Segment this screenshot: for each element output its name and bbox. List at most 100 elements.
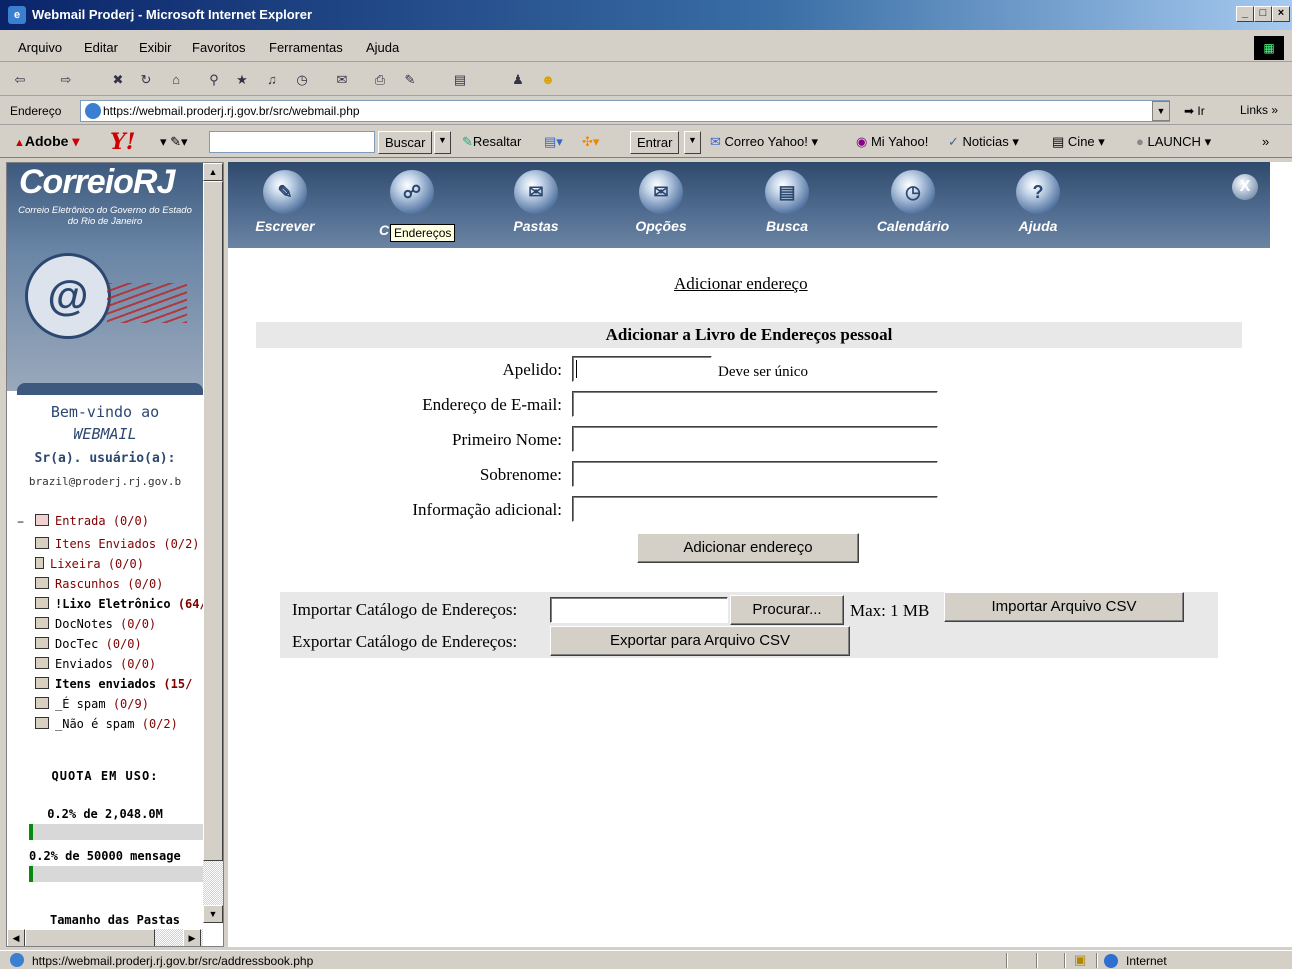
export-csv-button[interactable]: Exportar para Arquivo CSV: [550, 626, 850, 656]
entrar-button[interactable]: Entrar: [630, 131, 680, 154]
standard-toolbar: ⇦ ⇨ ✖ ↻ ⌂ ⚲ ★ ♫ ◷ ✉ ⎙ ✎ ▤ ♟ ☻: [0, 64, 1292, 96]
sidebar-horizontal-scrollbar[interactable]: ◀ ▶: [7, 929, 203, 946]
buscar-dropdown-icon[interactable]: ▼: [434, 131, 451, 154]
lastname-label: Sobrenome:: [479, 465, 562, 484]
email-input[interactable]: [572, 391, 938, 417]
mi-yahoo-button[interactable]: ◉ Mi Yahoo!: [856, 134, 928, 150]
scroll-right-icon[interactable]: ▶: [183, 929, 201, 946]
menu-editar[interactable]: Editar: [84, 40, 118, 55]
status-separator: [1096, 953, 1098, 968]
logout-close-button[interactable]: X: [1232, 174, 1258, 200]
print-icon[interactable]: ⎙: [370, 70, 390, 90]
menu-favoritos[interactable]: Favoritos: [192, 40, 245, 55]
resaltar-button[interactable]: ✎Resaltar: [462, 134, 521, 150]
folder-lixeira[interactable]: Lixeira (0/0): [35, 557, 144, 571]
internet-zone-icon: [1104, 954, 1118, 968]
address-input[interactable]: https://webmail.proderj.rj.gov.br/src/we…: [80, 100, 1170, 122]
noticias-button[interactable]: ✓ Noticias ▾: [948, 134, 1019, 150]
correo-yahoo-button[interactable]: ✉ Correo Yahoo! ▾: [710, 134, 818, 150]
pencil-icon[interactable]: ▾ ✎▾: [160, 134, 188, 150]
menu-ajuda[interactable]: Ajuda: [366, 40, 399, 55]
hscroll-thumb[interactable]: [25, 929, 155, 946]
messenger-icon[interactable]: ♟: [508, 70, 528, 90]
nickname-input[interactable]: [572, 356, 712, 382]
sidebar-vertical-scrollbar[interactable]: ▲ ▼: [203, 163, 223, 923]
launch-button[interactable]: ● LAUNCH ▾: [1136, 134, 1211, 150]
quota-size-fill: [29, 824, 33, 840]
firstname-input[interactable]: [572, 426, 938, 452]
folder-sizes-link[interactable]: Tamanho das Pastas: [17, 913, 213, 927]
import-csv-button[interactable]: Importar Arquivo CSV: [944, 592, 1184, 622]
yahoo-logo[interactable]: Y!: [110, 129, 135, 155]
folder-itens-enviados[interactable]: Itens Enviados (0/2): [35, 537, 200, 551]
tree-collapse-icon[interactable]: −: [17, 515, 24, 529]
nav-calendario[interactable]: ◷ Calendário: [863, 170, 963, 234]
target-icon[interactable]: ✣▾: [582, 134, 599, 150]
nav-escrever[interactable]: ✎ Escrever: [235, 170, 335, 234]
folder-doctec[interactable]: DocTec (0/0): [35, 637, 142, 651]
scroll-up-icon[interactable]: ▲: [203, 163, 223, 181]
sent-icon: [35, 537, 49, 549]
folder-entrada[interactable]: Entrada (0/0): [35, 514, 149, 528]
minimize-button[interactable]: _: [1236, 6, 1254, 22]
buscar-button[interactable]: Buscar: [378, 131, 433, 154]
folder-e-spam[interactable]: _É spam (0/9): [35, 697, 149, 711]
home-icon[interactable]: ⌂: [166, 70, 186, 90]
info-input[interactable]: [572, 496, 938, 522]
browse-button[interactable]: Procurar...: [730, 595, 844, 625]
scroll-thumb[interactable]: [203, 181, 223, 861]
links-button[interactable]: Links »: [1240, 103, 1278, 117]
add-address-button[interactable]: Adicionar endereço: [637, 533, 859, 563]
forward-icon[interactable]: ⇨: [56, 70, 76, 90]
yahoo-search-input[interactable]: [209, 131, 375, 153]
discuss-icon[interactable]: ▤: [450, 70, 470, 90]
media-icon[interactable]: ♫: [262, 70, 282, 90]
logo-subtitle: Correio Eletrônico do Governo do Estado …: [18, 205, 192, 227]
folder-enviados[interactable]: Enviados (0/0): [35, 657, 156, 671]
import-file-input[interactable]: [550, 597, 728, 623]
folder-docnotes[interactable]: DocNotes (0/0): [35, 617, 156, 631]
toolbar-more-icon[interactable]: »: [1262, 134, 1269, 149]
edit-icon[interactable]: ✎: [400, 70, 420, 90]
folder-lixo-eletronico[interactable]: !Lixo Eletrônico (64/: [35, 597, 207, 611]
smiley-icon[interactable]: ☻: [538, 70, 558, 90]
stop-icon[interactable]: ✖: [108, 70, 128, 90]
maximize-button[interactable]: □: [1254, 6, 1272, 22]
scroll-down-icon[interactable]: ▼: [203, 905, 223, 923]
history-icon[interactable]: ◷: [292, 70, 312, 90]
menu-arquivo[interactable]: Arquivo: [18, 40, 62, 55]
main-scroll-area: [1270, 162, 1292, 947]
nav-busca[interactable]: ▤ Busca: [737, 170, 837, 234]
entrar-dropdown-icon[interactable]: ▼: [684, 131, 701, 154]
address-dropdown-icon[interactable]: ▼: [1152, 101, 1170, 121]
lastname-input[interactable]: [572, 461, 938, 487]
close-window-button[interactable]: ×: [1272, 6, 1290, 22]
folder-icon: [35, 677, 49, 689]
status-separator: [1006, 953, 1008, 968]
folder-rascunhos[interactable]: Rascunhos (0/0): [35, 577, 163, 591]
folder-itens-enviados-2[interactable]: Itens enviados (15/: [35, 677, 192, 691]
favorites-icon[interactable]: ★: [232, 70, 252, 90]
back-icon[interactable]: ⇦: [10, 70, 30, 90]
add-address-link[interactable]: Adicionar endereço: [674, 274, 808, 294]
search-icon[interactable]: ⚲: [204, 70, 224, 90]
cine-button[interactable]: ▤ Cine ▾: [1052, 134, 1105, 150]
mail-icon[interactable]: ✉: [332, 70, 352, 90]
nav-ajuda[interactable]: ? Ajuda: [988, 170, 1088, 234]
nav-enderecos[interactable]: ☍ C: [362, 170, 462, 238]
menu-ferramentas[interactable]: Ferramentas: [269, 40, 343, 55]
text-cursor: [576, 360, 577, 378]
nav-pastas[interactable]: ✉ Pastas: [486, 170, 586, 234]
scroll-left-icon[interactable]: ◀: [7, 929, 25, 946]
inbox-icon: [35, 514, 49, 526]
nav-opcoes[interactable]: ✉ Opções: [611, 170, 711, 234]
folder-nao-e-spam[interactable]: _Não é spam (0/2): [35, 717, 178, 731]
proderj-seal-icon: @: [25, 253, 111, 339]
nickname-label: Apelido:: [502, 360, 563, 379]
adobe-button[interactable]: ▲Adobe ▾: [14, 133, 79, 150]
ie-page-icon: [10, 953, 24, 967]
go-button[interactable]: ➡ Ir: [1184, 104, 1205, 118]
menu-exibir[interactable]: Exibir: [139, 40, 172, 55]
layout-icon[interactable]: ▤▾: [544, 134, 563, 150]
refresh-icon[interactable]: ↻: [136, 70, 156, 90]
